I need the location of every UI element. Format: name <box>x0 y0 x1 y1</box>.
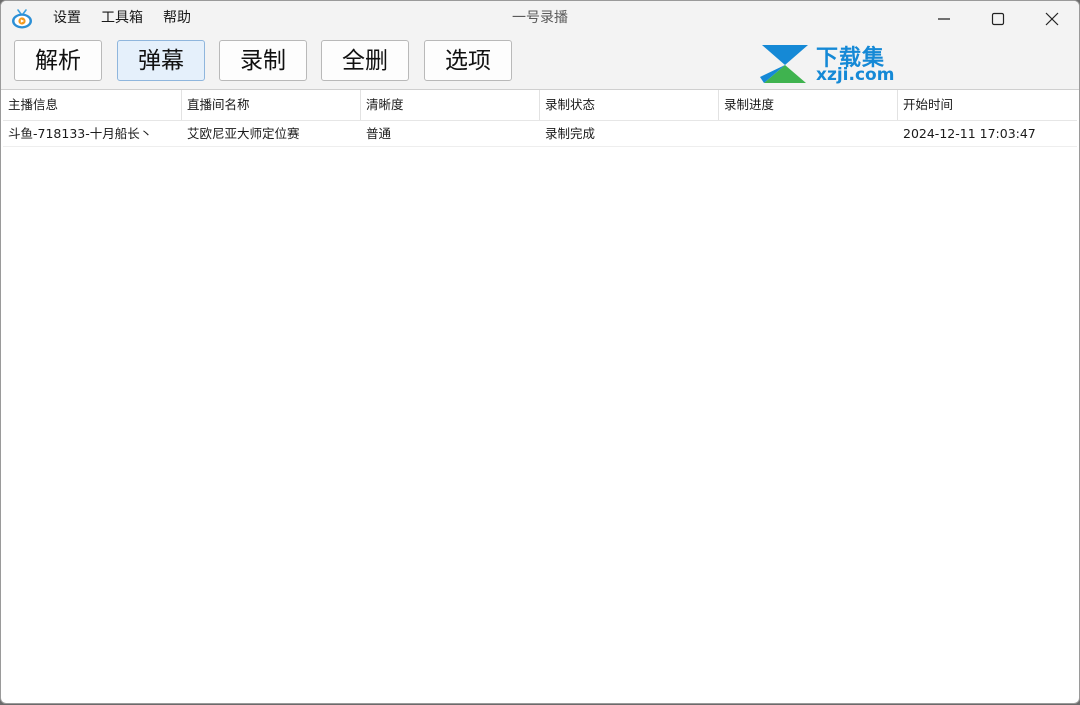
column-header-progress[interactable]: 录制进度 <box>719 90 898 120</box>
recordings-table: 主播信息 直播间名称 清晰度 录制状态 录制进度 开始时间 斗鱼-718133-… <box>3 90 1077 147</box>
parse-button[interactable]: 解析 <box>14 40 102 81</box>
xzji-logo-icon <box>760 45 808 83</box>
close-button[interactable] <box>1025 1 1079 36</box>
menu-toolbox[interactable]: 工具箱 <box>93 1 151 36</box>
cell-quality: 普通 <box>366 126 392 141</box>
table-header: 主播信息 直播间名称 清晰度 录制状态 录制进度 开始时间 <box>3 90 1077 121</box>
column-header-quality[interactable]: 清晰度 <box>361 90 540 120</box>
record-button[interactable]: 录制 <box>219 40 307 81</box>
menu-settings[interactable]: 设置 <box>45 1 89 36</box>
toolbar: 解析 弹幕 录制 全删 选项 下载集 xzji.com <box>1 36 1079 90</box>
maximize-icon <box>991 12 1005 26</box>
minimize-icon <box>938 18 950 20</box>
window-controls <box>917 1 1079 36</box>
minimize-button[interactable] <box>917 1 971 36</box>
title-bar[interactable]: 设置 工具箱 帮助 一号录播 <box>1 1 1079 36</box>
cell-status: 录制完成 <box>545 126 596 141</box>
cell-start-time: 2024-12-11 17:03:47 <box>903 126 1036 141</box>
menu-help[interactable]: 帮助 <box>155 1 199 36</box>
table-row[interactable]: 斗鱼-718133-十月船长丶 艾欧尼亚大师定位赛 普通 录制完成 2024-1… <box>3 121 1077 147</box>
delete-all-button[interactable]: 全删 <box>321 40 409 81</box>
tv-logo-icon <box>12 9 32 29</box>
column-header-streamer[interactable]: 主播信息 <box>3 90 182 120</box>
column-header-status[interactable]: 录制状态 <box>540 90 719 120</box>
cell-progress <box>719 121 898 146</box>
menu-bar: 设置 工具箱 帮助 <box>45 1 203 36</box>
watermark-url: xzji.com <box>816 65 895 85</box>
column-header-start-time[interactable]: 开始时间 <box>898 90 1077 120</box>
danmaku-button[interactable]: 弹幕 <box>117 40 205 81</box>
app-window: 设置 工具箱 帮助 一号录播 解析 弹幕 录制 全删 选项 下载集 xzji.c… <box>0 0 1080 704</box>
options-button[interactable]: 选项 <box>424 40 512 81</box>
cell-streamer: 斗鱼-718133-十月船长丶 <box>8 126 153 141</box>
watermark-logo: 下载集 xzji.com <box>758 43 898 87</box>
cell-room-name: 艾欧尼亚大师定位赛 <box>187 126 300 141</box>
column-header-room-name[interactable]: 直播间名称 <box>182 90 361 120</box>
close-icon <box>1045 12 1059 26</box>
maximize-button[interactable] <box>971 1 1025 36</box>
